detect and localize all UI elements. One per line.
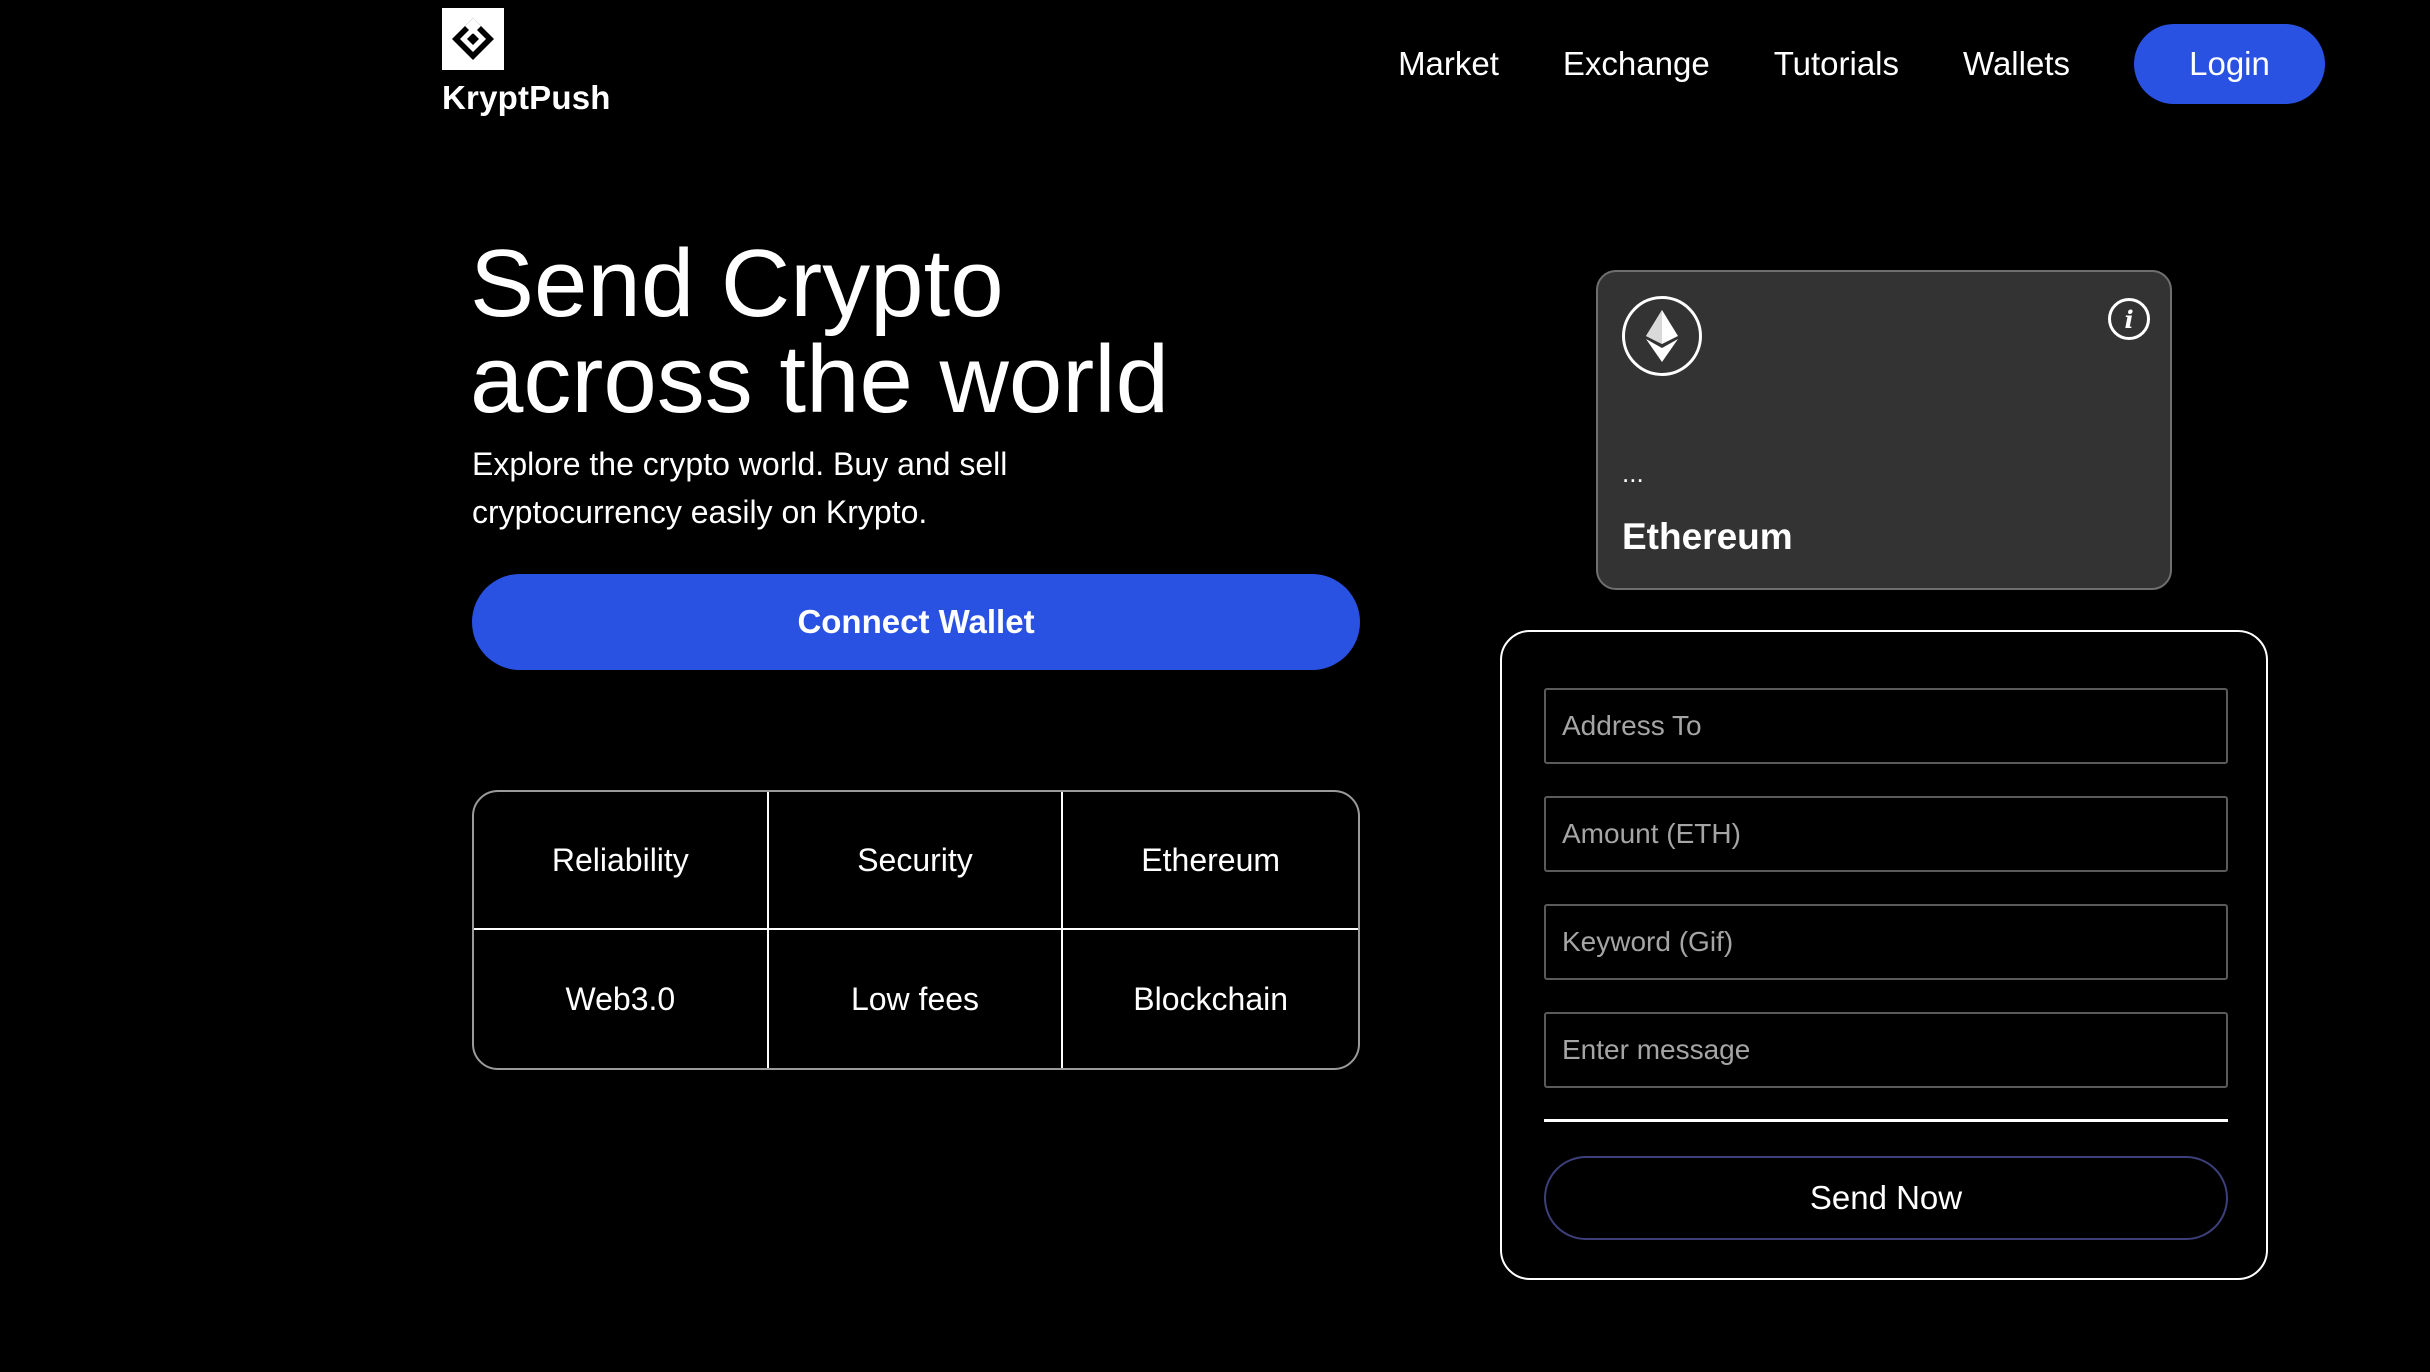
page: KryptPush Market Exchange Tutorials Wall… xyxy=(0,0,2430,1372)
feature-security: Security xyxy=(768,792,1064,930)
nav-market[interactable]: Market xyxy=(1398,45,1499,83)
hero-title: Send Crypto across the world xyxy=(470,236,1230,428)
feature-reliability: Reliability xyxy=(474,792,769,930)
wallet-address: ... xyxy=(1622,458,1644,488)
feature-blockchain: Blockchain xyxy=(1133,980,1289,1017)
amount-input[interactable] xyxy=(1544,796,2228,872)
login-button[interactable]: Login xyxy=(2134,24,2325,104)
feature-web3: Web3.0 xyxy=(474,930,769,1068)
form-divider xyxy=(1544,1119,2228,1122)
nav-exchange[interactable]: Exchange xyxy=(1563,45,1710,83)
ethereum-icon xyxy=(1622,296,1702,376)
features-grid: Reliability Security Ethereum Web3.0 Low… xyxy=(472,790,1360,1070)
ethereum-card: i ... Ethereum xyxy=(1596,270,2172,590)
hero-subtitle: Explore the crypto world. Buy and sell c… xyxy=(472,446,1008,530)
info-icon[interactable]: i xyxy=(2108,298,2150,340)
hero-title-line-2: across the world xyxy=(470,326,1169,433)
main-nav: Market Exchange Tutorials Wallets Login xyxy=(1380,24,2325,104)
keyword-input[interactable] xyxy=(1544,904,2228,980)
brand-logo[interactable]: KryptPush xyxy=(442,8,632,117)
address-to-input[interactable] xyxy=(1544,688,2228,764)
nav-wallets[interactable]: Wallets xyxy=(1963,45,2070,83)
kryptpush-logo-icon xyxy=(442,8,504,70)
feature-ethereum: Ethereum xyxy=(1063,792,1358,930)
feature-low-fees: Low fees xyxy=(769,930,1064,1068)
send-form: Send Now xyxy=(1500,630,2268,1280)
send-now-button[interactable]: Send Now xyxy=(1544,1156,2228,1240)
nav-tutorials[interactable]: Tutorials xyxy=(1774,45,1899,83)
connect-wallet-button[interactable]: Connect Wallet xyxy=(472,574,1360,670)
brand-name: KryptPush xyxy=(442,79,611,116)
hero-title-line-1: Send Crypto xyxy=(470,230,1004,337)
network-name: Ethereum xyxy=(1622,516,1793,557)
message-input[interactable] xyxy=(1544,1012,2228,1088)
